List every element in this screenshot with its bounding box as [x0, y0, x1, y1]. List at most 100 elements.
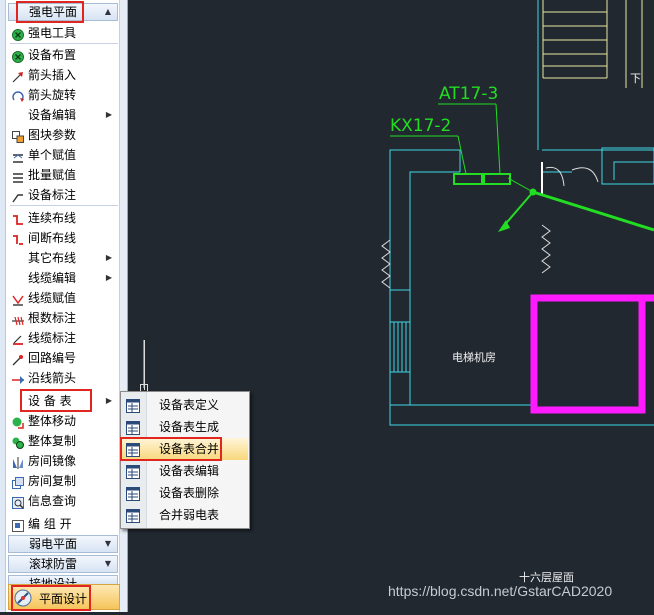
sidebar-item-label: 房间复制: [28, 474, 77, 488]
sidebar-item[interactable]: 线缆标注: [8, 328, 120, 348]
sidebar-item-label: 连续布线: [28, 211, 77, 225]
group-toggle[interactable]: 编 组 开: [8, 514, 120, 534]
staircase: [542, 0, 643, 88]
submenu-arrow-icon: ▶: [105, 253, 112, 262]
sidebar-item[interactable]: 线缆赋值: [8, 288, 120, 308]
cable-label-icon: [12, 332, 24, 345]
sidebar-item[interactable]: 箭头插入: [8, 65, 120, 85]
menu-item-label: 合并弱电表: [159, 508, 220, 522]
table-icon: [126, 508, 140, 523]
menu-item[interactable]: 合并弱电表: [122, 504, 248, 526]
sidebar-item-label: 批量赋值: [28, 168, 77, 182]
collapse-arrow-icon: ▲: [104, 7, 111, 16]
menu-item-label: 设备表编辑: [159, 464, 220, 478]
move-all-icon: [12, 415, 24, 429]
submenu-arrow-icon: ▶: [105, 396, 112, 405]
menu-item-label: 设备表生成: [159, 420, 220, 434]
highlight-box-merge: [120, 437, 222, 461]
sidebar-item-label: 箭头旋转: [28, 88, 77, 102]
sidebar-item[interactable]: 回路编号: [8, 348, 120, 368]
sidebar-item[interactable]: 设备标注: [8, 185, 120, 205]
sidebar-item[interactable]: 强电工具: [8, 23, 120, 43]
group-icon: [12, 518, 24, 532]
highlight-box-plan: [11, 585, 91, 611]
count-label-icon: [12, 312, 24, 326]
sidebar-item[interactable]: 根数标注: [8, 308, 120, 328]
sidebar-item-label: 信息查询: [28, 494, 77, 508]
room-name-label: 电梯机房: [452, 351, 496, 364]
green-dot-icon: [12, 49, 24, 63]
highlight-box-header: [16, 1, 84, 23]
sidebar-item-label: 图块参数: [28, 128, 77, 142]
menu-item-label: 设备表定义: [159, 398, 220, 412]
sidebar-item[interactable]: 线缆编辑 ▶: [8, 268, 120, 288]
sidebar-item-label: 箭头插入: [28, 68, 77, 82]
sidebar-item[interactable]: 房间镜像: [8, 451, 120, 471]
label-at17-3: AT17-3: [439, 84, 499, 104]
sidebar-item[interactable]: 箭头旋转: [8, 85, 120, 105]
copy-all-icon: [12, 435, 24, 449]
expand-arrow-icon: ▼: [104, 539, 111, 548]
sidebar-item-label: 根数标注: [28, 311, 77, 325]
broken-wire-icon: [12, 232, 24, 245]
header-weak-electric[interactable]: 弱电平面 ▼: [8, 535, 118, 553]
expand-arrow-icon: ▼: [104, 559, 111, 568]
down-mark: 下: [630, 72, 641, 85]
sidebar-item[interactable]: 单个赋值: [8, 145, 120, 165]
crosshair-cursor: [144, 340, 145, 390]
sidebar-item-label: 设备布置: [28, 48, 77, 62]
sidebar-item-label: 整体复制: [28, 434, 77, 448]
elevator-shaft: [530, 294, 654, 414]
sidebar-item[interactable]: 批量赋值: [8, 165, 120, 185]
info-query-icon: [12, 495, 24, 509]
highlight-box-device-table: [20, 389, 92, 412]
block-param-icon: [12, 129, 24, 143]
sidebar-item[interactable]: 沿线箭头: [8, 368, 120, 388]
cable-assign-icon: [12, 292, 24, 306]
header-lightning[interactable]: 滚球防雷 ▼: [8, 555, 118, 573]
device-label-icon: [12, 189, 24, 203]
sidebar-item-label: 线缆赋值: [28, 291, 77, 305]
sidebar-item[interactable]: 间断布线: [8, 228, 120, 248]
sidebar-item[interactable]: 信息查询: [8, 491, 120, 511]
menu-item-label: 设备表删除: [159, 486, 220, 500]
sidebar-item[interactable]: 设备布置: [8, 45, 120, 65]
sidebar-item[interactable]: 整体移动: [8, 411, 120, 431]
menu-item[interactable]: 设备表定义: [122, 394, 248, 416]
label-kx17-2: KX17-2: [390, 116, 452, 136]
panel-grip[interactable]: [0, 0, 6, 612]
continuous-wire-icon: [12, 212, 24, 225]
sidebar-item-label: 房间镜像: [28, 454, 77, 468]
sidebar-item-label: 整体移动: [28, 414, 77, 428]
table-icon: [126, 486, 140, 501]
room-copy-icon: [12, 475, 24, 489]
menu-item[interactable]: 设备表生成: [122, 416, 248, 438]
batch-assign-icon: [12, 169, 24, 183]
along-arrow-icon: [12, 372, 24, 384]
separator: [10, 205, 118, 206]
sidebar-item-label: 回路编号: [28, 351, 77, 365]
sidebar-item-label: 线缆编辑: [28, 271, 77, 285]
sidebar-item[interactable]: 房间复制: [8, 471, 120, 491]
header-label: 弱电平面: [29, 537, 78, 551]
sidebar-item-label: 沿线箭头: [28, 371, 77, 385]
sidebar-item[interactable]: 图块参数: [8, 125, 120, 145]
sidebar-item-label: 线缆标注: [28, 331, 77, 345]
menu-item[interactable]: 设备表删除: [122, 482, 248, 504]
submenu-arrow-icon: ▶: [105, 110, 112, 119]
sidebar-item-label: 设备编辑: [28, 108, 77, 122]
sidebar-item[interactable]: 整体复制: [8, 431, 120, 451]
sidebar-item[interactable]: 设备编辑 ▶: [8, 105, 120, 125]
room-mirror-icon: [12, 455, 24, 469]
sidebar-item-label: 其它布线: [28, 251, 77, 265]
menu-item[interactable]: 设备表编辑: [122, 460, 248, 482]
arrow-rotate-icon: [12, 89, 24, 102]
sidebar-item-label: 单个赋值: [28, 148, 77, 162]
sidebar-item-label: 间断布线: [28, 231, 77, 245]
sidebar-item[interactable]: 连续布线: [8, 208, 120, 228]
sidebar-item-label: 设备标注: [28, 188, 77, 202]
sidebar-item[interactable]: 其它布线 ▶: [8, 248, 120, 268]
group-toggle-label: 编 组 开: [28, 517, 72, 531]
sidebar-panel: 强电平面 ▲ 强电工具 设备布置 箭头插入 箭头旋转 设备编辑 ▶ 图块参数 单个赋值 批量赋值…: [0, 0, 128, 612]
single-assign-icon: [12, 149, 24, 163]
